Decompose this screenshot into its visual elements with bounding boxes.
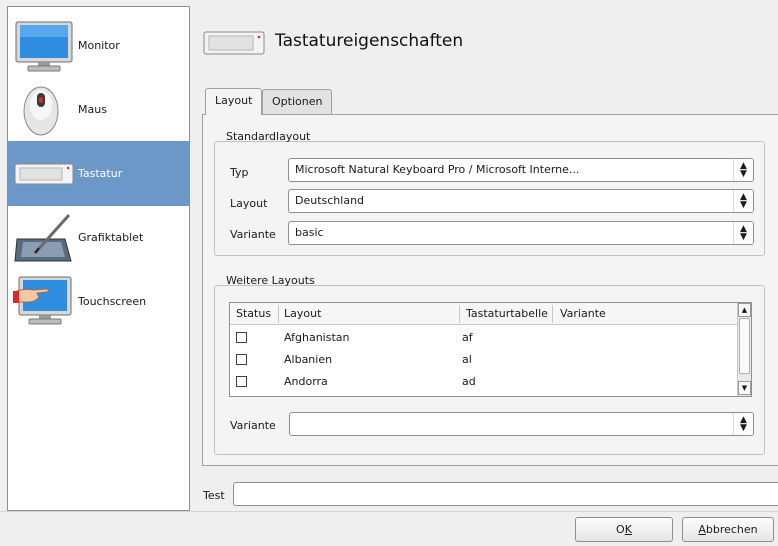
sidebar-item-label: Grafiktablet [78, 231, 144, 244]
table-cell: al [462, 353, 472, 366]
test-input[interactable] [233, 482, 778, 506]
graphics-tablet-icon [14, 213, 72, 262]
typ-label: Typ [230, 166, 249, 179]
group-title: Weitere Layouts [226, 274, 315, 287]
sidebar-item-grafiktablet[interactable]: Grafiktablet [8, 205, 189, 270]
group-title: Standardlayout [226, 130, 311, 143]
touchscreen-icon [13, 276, 72, 325]
sidebar-item-label: Touchscreen [78, 295, 147, 308]
vertical-scrollbar[interactable]: ▲ ▼ [737, 303, 751, 396]
table-row[interactable]: Andorra ad [230, 371, 738, 393]
layout-cell: Albanien [284, 353, 333, 366]
variante-value: basic [295, 226, 324, 239]
tab-layout[interactable]: Layout [205, 88, 263, 115]
sidebar-item-label: Maus [78, 103, 107, 116]
keyboard-icon [14, 163, 74, 185]
divider [0, 511, 778, 512]
scroll-up-arrow-icon[interactable]: ▲ [738, 303, 751, 317]
layout-combobox[interactable]: Deutschland ▲ ▼ [288, 189, 754, 213]
layout-value: Deutschland [295, 194, 365, 207]
table-cell: af [462, 331, 473, 344]
variante-label: Variante [230, 228, 276, 241]
weitere-variante-combobox[interactable]: ▲ ▼ [289, 412, 754, 436]
column-header-layout[interactable]: Layout [284, 307, 321, 320]
tab-optionen[interactable]: Optionen [262, 89, 333, 115]
scrollbar-thumb[interactable] [739, 318, 750, 374]
category-sidebar: Monitor Maus Tastatur Grafiktablet Touch… [7, 6, 190, 511]
sidebar-item-label: Tastatur [78, 167, 123, 180]
test-label: Test [203, 489, 225, 502]
layout-cell: Andorra [284, 375, 328, 388]
updown-arrow-icon: ▲ ▼ [733, 159, 753, 181]
ok-button[interactable]: OK [575, 517, 673, 542]
column-header-status[interactable]: Status [236, 307, 271, 320]
layout-label: Layout [230, 197, 268, 210]
typ-combobox[interactable]: Microsoft Natural Keyboard Pro / Microso… [288, 158, 754, 182]
updown-arrow-icon: ▲ ▼ [733, 413, 753, 435]
layouts-table: Status Layout Tastaturtabelle Variante A… [229, 302, 752, 397]
updown-arrow-icon: ▲ ▼ [733, 190, 753, 212]
table-header: Status Layout Tastaturtabelle Variante [230, 303, 738, 325]
table-row[interactable]: Albanien al [230, 349, 738, 371]
sidebar-item-tastatur[interactable]: Tastatur [8, 141, 189, 206]
updown-arrow-icon: ▲ ▼ [733, 222, 753, 244]
monitor-icon [15, 21, 73, 72]
sidebar-item-touchscreen[interactable]: Touchscreen [8, 269, 189, 334]
status-checkbox[interactable] [236, 354, 247, 365]
variante-combobox[interactable]: basic ▲ ▼ [288, 221, 754, 245]
table-cell: ad [462, 375, 476, 388]
status-checkbox[interactable] [236, 332, 247, 343]
column-header-variante[interactable]: Variante [560, 307, 606, 320]
sidebar-item-monitor[interactable]: Monitor [8, 13, 189, 78]
column-header-tastaturtabelle[interactable]: Tastaturtabelle [466, 307, 548, 320]
table-row[interactable]: Afghanistan af [230, 327, 738, 349]
page-title: Tastatureigenschaften [275, 31, 464, 51]
sidebar-item-maus[interactable]: Maus [8, 77, 189, 142]
layout-cell: Afghanistan [284, 331, 350, 344]
keyboard-icon [203, 31, 265, 55]
scroll-down-arrow-icon[interactable]: ▼ [738, 381, 751, 395]
mouse-icon [23, 86, 59, 136]
status-checkbox[interactable] [236, 376, 247, 387]
cancel-button[interactable]: Abbrechen [682, 517, 774, 542]
sidebar-item-label: Monitor [78, 39, 120, 52]
weitere-variante-label: Variante [230, 419, 276, 432]
typ-value: Microsoft Natural Keyboard Pro / Microso… [295, 163, 580, 176]
